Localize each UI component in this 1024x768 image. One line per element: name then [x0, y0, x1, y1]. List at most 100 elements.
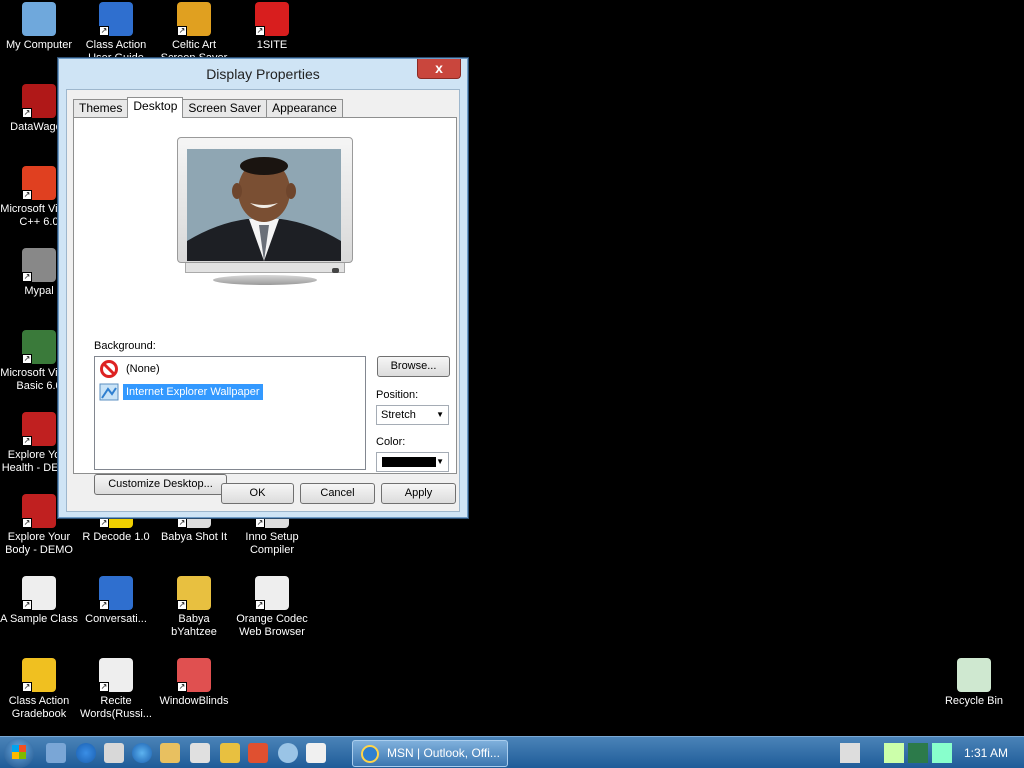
monitor-frame	[177, 137, 353, 263]
background-list[interactable]: (None) Internet Explorer Wallpaper	[94, 356, 366, 470]
shortcut-arrow-icon: ↗	[99, 518, 109, 528]
desktop-icon[interactable]: Recycle Bin	[935, 658, 1013, 708]
dialog-title: Display Properties	[206, 66, 320, 82]
shortcut-arrow-icon: ↗	[99, 600, 109, 610]
sample-class-icon: ↗	[22, 576, 56, 610]
monitor-preview	[177, 137, 353, 285]
chevron-down-icon: ▼	[436, 457, 444, 466]
desktop-icon[interactable]: ↗ WindowBlinds	[155, 658, 233, 708]
desktop-tab-panel: Background: (None) Internet Explorer Wal…	[73, 117, 457, 495]
desktop-icon[interactable]: ↗ Conversati...	[77, 576, 155, 626]
cancel-button[interactable]: Cancel	[300, 483, 375, 504]
keyboard-icon[interactable]	[840, 743, 860, 763]
color-picker-button[interactable]: ▼	[376, 452, 449, 472]
shortcut-arrow-icon: ↗	[22, 272, 32, 282]
quick-launch-icon[interactable]	[190, 743, 210, 763]
desktop-icon[interactable]: My Computer	[0, 2, 78, 52]
visual-basic-icon: ↗	[22, 330, 56, 364]
internet-explorer-icon	[361, 745, 379, 763]
babya-icon[interactable]	[220, 743, 240, 763]
paint-icon[interactable]	[160, 743, 180, 763]
monitor-stand	[213, 275, 317, 285]
desktop-icon-label: Orange Codec Web Browser	[236, 613, 308, 638]
desktop-icon-label: Recycle Bin	[944, 695, 1004, 707]
desktop-icon-label: Recite Words(Russi...	[80, 695, 152, 720]
taskbar-item-msn[interactable]: MSN | Outlook, Offi...	[352, 740, 508, 767]
position-value: Stretch	[381, 409, 416, 421]
quick-launch-icon[interactable]	[104, 743, 124, 763]
close-button[interactable]: x	[417, 59, 461, 79]
tray-app-icon[interactable]	[884, 743, 904, 763]
shortcut-arrow-icon: ↗	[22, 190, 32, 200]
tab-strip: Themes Desktop Screen Saver Appearance	[73, 97, 343, 118]
display-properties-dialog: Display Properties x Themes Desktop Scre…	[58, 58, 468, 518]
network-icon[interactable]	[932, 743, 952, 763]
desktop-icon[interactable]: ↗ Babya bYahtzee	[155, 576, 233, 639]
desktop-icon[interactable]: ↗ 1SITE	[233, 2, 311, 52]
desktop-icon[interactable]: ↗ A Sample Class	[0, 576, 78, 626]
rocket-icon[interactable]	[248, 743, 268, 763]
position-select[interactable]: Stretch ▼	[376, 405, 449, 425]
shortcut-arrow-icon: ↗	[22, 682, 32, 692]
shortcut-arrow-icon: ↗	[177, 682, 187, 692]
color-label: Color:	[376, 436, 406, 448]
wallpaper-icon	[99, 383, 119, 401]
desktop-icon-label: A Sample Class	[0, 613, 78, 625]
show-desktop-icon[interactable]	[46, 743, 66, 763]
desktop-icon[interactable]: ↗ Orange Codec Web Browser	[233, 576, 311, 639]
shortcut-arrow-icon: ↗	[255, 518, 265, 528]
orange-codec-icon: ↗	[255, 576, 289, 610]
monitor-power-led	[332, 268, 339, 273]
shortcut-arrow-icon: ↗	[22, 600, 32, 610]
desktop-icon-label: WindowBlinds	[159, 695, 229, 707]
monitor-base	[185, 263, 345, 273]
tab-screen-saver[interactable]: Screen Saver	[182, 99, 268, 118]
customize-desktop-button[interactable]: Customize Desktop...	[94, 474, 227, 495]
desktop-icon-label: Babya Shot It	[160, 531, 228, 543]
desktop-icon[interactable]: ↗ Class Action Gradebook	[0, 658, 78, 721]
internet-explorer-icon[interactable]	[76, 743, 96, 763]
background-item-label: Internet Explorer Wallpaper	[123, 384, 263, 400]
tray-app-icon[interactable]	[908, 743, 928, 763]
tab-themes[interactable]: Themes	[73, 99, 129, 118]
shortcut-arrow-icon: ↗	[99, 26, 109, 36]
tab-desktop[interactable]: Desktop	[127, 97, 184, 118]
windows-logo-icon	[12, 745, 26, 759]
desktop-icon[interactable]: ↗Class Action User Guide	[77, 2, 155, 65]
visual-cpp-icon: ↗	[22, 166, 56, 200]
quick-launch-icon[interactable]	[278, 743, 298, 763]
recycle-bin-icon	[957, 658, 991, 692]
apply-button[interactable]: Apply	[381, 483, 456, 504]
tab-appearance[interactable]: Appearance	[266, 99, 343, 118]
desktop-icon[interactable]: ↗Celtic Art Screen Saver	[155, 2, 233, 65]
taskbar: MSN | Outlook, Offi... 1:31 AM	[0, 736, 1024, 768]
babya-yahtzee-icon: ↗	[177, 576, 211, 610]
shortcut-arrow-icon: ↗	[22, 354, 32, 364]
taskbar-item-label: MSN | Outlook, Offi...	[387, 746, 500, 760]
conversation-icon: ↗	[99, 576, 133, 610]
my-computer-icon	[22, 2, 56, 36]
ok-button[interactable]: OK	[221, 483, 294, 504]
shortcut-arrow-icon: ↗	[99, 682, 109, 692]
mypal-icon: ↗	[22, 248, 56, 282]
clock[interactable]: 1:31 AM	[964, 746, 1008, 760]
recite-words-icon: ↗	[99, 658, 133, 692]
quick-launch-icon[interactable]	[306, 743, 326, 763]
desktop-icon-label: Inno Setup Compiler	[245, 531, 299, 556]
desktop-icon-label: My Computer	[5, 39, 73, 51]
media-player-icon[interactable]	[132, 743, 152, 763]
browse-button[interactable]: Browse...	[377, 356, 450, 377]
title-bar[interactable]: Display Properties x	[59, 59, 467, 89]
shortcut-arrow-icon: ↗	[255, 600, 265, 610]
desktop-icon-label: Class Action Gradebook	[8, 695, 70, 720]
background-item-none[interactable]: (None)	[99, 359, 163, 379]
shortcut-arrow-icon: ↗	[177, 600, 187, 610]
chevron-down-icon: ▼	[436, 410, 444, 419]
desktop-icon-label: Explore Your Body - DEMO	[5, 531, 73, 556]
shortcut-arrow-icon: ↗	[22, 518, 32, 528]
desktop-icon[interactable]: ↗ Recite Words(Russi...	[77, 658, 155, 721]
start-button[interactable]	[4, 738, 34, 768]
desktop-icon-label: 1SITE	[256, 39, 288, 51]
shortcut-arrow-icon: ↗	[22, 436, 32, 446]
background-item-wallpaper[interactable]: Internet Explorer Wallpaper	[99, 382, 263, 402]
